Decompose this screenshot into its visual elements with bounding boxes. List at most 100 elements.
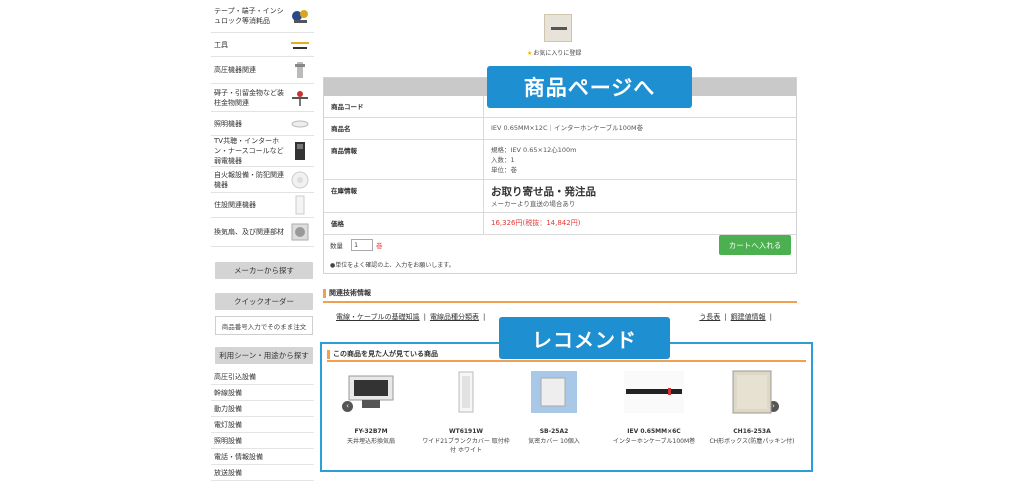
spec-label: 価格 xyxy=(324,213,484,234)
recommend-section: この商品を見た人が見ている商品 ‹ › FY-32B7M 天井埋込形換気扇 WT… xyxy=(320,342,813,472)
fan-thumbnail xyxy=(291,223,309,241)
recommend-code: WT6191W xyxy=(448,428,484,435)
spec-label: 商品情報 xyxy=(324,140,484,179)
sidebar-item-label: 工具 xyxy=(214,40,228,49)
recommend-item[interactable]: FY-32B7M 天井埋込形換気扇 xyxy=(326,370,416,446)
tools-thumbnail xyxy=(291,41,309,49)
recommend-item[interactable]: CH16-253A CH形ボックス(防塵パッキン付) xyxy=(706,370,798,446)
spec-row-name: 商品名 IEV 0.65MM×12C｜インターホンケーブル100M巻 xyxy=(324,118,796,140)
sidebar-item-label: 碍子・引留金物など装柱金物関連 xyxy=(214,88,284,107)
scene-item[interactable]: 高圧引込設備 xyxy=(211,369,314,385)
spec-row-info: 商品情報 規格：IEV 0.65×12心100m 入数：1 単位：巻 xyxy=(324,140,796,180)
fire-alarm-thumbnail xyxy=(291,171,309,188)
recommend-item[interactable]: SB-25A2 気密カバー 10個入 xyxy=(509,370,599,446)
sidebar-item-housing[interactable]: 住設関連機器 xyxy=(211,193,314,218)
next-section-peek xyxy=(323,474,797,483)
recommend-code: FY-32B7M xyxy=(354,428,388,435)
scene-item[interactable]: 照明設備 xyxy=(211,433,314,449)
recommend-code: SB-25A2 xyxy=(539,428,569,435)
recommend-name: 気密カバー 10個入 xyxy=(528,438,580,445)
favorite-label: お気に入りに登録 xyxy=(533,50,582,57)
recommend-item[interactable]: WT6191W ワイド21ブランクカバー 取付枠付 ホワイト xyxy=(421,370,511,455)
spec-info-line: 規格：IEV 0.65×12心100m xyxy=(491,146,577,154)
recommend-name: インターホンケーブル100M巻 xyxy=(612,438,696,445)
tech-link[interactable]: 電線・ケーブルの基礎知識 xyxy=(336,313,420,321)
category-sidebar: テープ・端子・インシュロック等消耗品 工具 高圧機器関連 碍子・引留金物など装柱… xyxy=(211,0,314,483)
favorite-link[interactable]: ★お気に入りに登録 xyxy=(527,48,581,57)
spec-label: 在庫情報 xyxy=(324,180,484,212)
housing-thumbnail xyxy=(295,195,305,215)
sidebar-item-label: 高圧機器関連 xyxy=(214,66,256,74)
spec-row-price: 価格 16,326円(税抜：14,842円) xyxy=(324,213,796,235)
product-thumbnail[interactable] xyxy=(544,14,572,42)
switch-plate-image xyxy=(458,371,474,413)
maker-search-button[interactable]: メーカーから探す xyxy=(215,262,313,279)
spec-value: IEV 0.65MM×12C｜インターホンケーブル100M巻 xyxy=(491,124,644,132)
link-separator: | xyxy=(482,313,486,321)
product-page-callout: 商品ページへ xyxy=(487,66,692,108)
cable-image xyxy=(624,371,684,413)
airtight-cover-image xyxy=(531,371,577,413)
intercom-thumbnail xyxy=(295,142,305,160)
sidebar-item-label: 照明機器 xyxy=(214,119,242,128)
sidebar-item-label: 住設関連機器 xyxy=(214,201,256,209)
quick-order-input[interactable]: 商品番号入力でそのまま注文 xyxy=(215,316,313,335)
sidebar-item-intercom[interactable]: TV共聴・インターホン・ナースコールなど弱電機器 xyxy=(211,136,314,167)
price-value: 16,326円(税抜：14,842円) xyxy=(491,219,581,227)
spec-label: 商品コード xyxy=(324,96,484,117)
recommend-name: 天井埋込形換気扇 xyxy=(346,438,395,445)
ceiling-fan-image xyxy=(348,375,394,408)
quantity-input[interactable]: 1 xyxy=(351,239,373,251)
consumables-thumbnail xyxy=(292,10,308,23)
quantity-label: 数量 xyxy=(330,242,343,250)
insulator-thumbnail xyxy=(292,90,308,106)
sidebar-item-lighting[interactable]: 照明機器 xyxy=(211,112,314,136)
box-image xyxy=(732,370,772,414)
sidebar-item-label: テープ・端子・インシュロック等消耗品 xyxy=(214,7,284,25)
spec-value: 規格：IEV 0.65×12心100m 入数：1 単位：巻 xyxy=(484,140,796,179)
lighting-thumbnail xyxy=(291,120,309,127)
sidebar-item-fan[interactable]: 換気扇、及び関連部材 xyxy=(211,218,314,247)
recommend-name: ワイド21ブランクカバー 取付枠付 ホワイト xyxy=(422,438,510,454)
stock-note: メーカーより直送の場合あり xyxy=(491,200,576,208)
scene-item[interactable]: 動力設備 xyxy=(211,401,314,417)
quantity-note: ●単位をよく確認の上、入力をお願いします。 xyxy=(330,262,455,269)
recommend-name: CH形ボックス(防塵パッキン付) xyxy=(709,438,795,445)
sidebar-item-tools[interactable]: 工具 xyxy=(211,33,314,57)
star-icon: ★ xyxy=(527,50,533,57)
sidebar-item-label: TV共聴・インターホン・ナースコールなど弱電機器 xyxy=(214,137,284,165)
tech-link[interactable]: 鋼建値情報 xyxy=(731,313,766,321)
high-voltage-thumbnail xyxy=(295,62,305,78)
scene-search-button[interactable]: 利用シーン・用途から探す xyxy=(215,347,313,364)
sidebar-item-label: 換気扇、及び関連部材 xyxy=(214,228,284,236)
sidebar-item-insulator[interactable]: 碍子・引留金物など装柱金物関連 xyxy=(211,84,314,112)
link-separator: | xyxy=(724,313,727,321)
scene-item[interactable]: 幹線設備 xyxy=(211,385,314,401)
quantity-unit: 巻 xyxy=(376,242,383,250)
tech-link[interactable]: 電線品種分類表 xyxy=(430,313,479,321)
recommend-item[interactable]: IEV 0.65MM×6C インターホンケーブル100M巻 xyxy=(604,370,704,446)
scene-item[interactable]: 放送設備 xyxy=(211,465,314,481)
spec-label: 商品名 xyxy=(324,118,484,139)
sidebar-item-consumables[interactable]: テープ・端子・インシュロック等消耗品 xyxy=(211,0,314,33)
sidebar-item-fire-alarm[interactable]: 自火報設備・防犯関連機器 xyxy=(211,167,314,193)
spec-info-line: 入数：1 xyxy=(491,156,515,164)
quantity-row: 数量 1 巻 xyxy=(330,239,383,251)
spec-info-line: 単位：巻 xyxy=(491,166,517,174)
add-to-cart-button[interactable]: カートへ入れる xyxy=(719,235,791,255)
recommend-callout: レコメンド xyxy=(499,317,670,359)
sidebar-item-label: 自火報設備・防犯関連機器 xyxy=(214,170,284,189)
recommend-code: CH16-253A xyxy=(733,428,771,435)
scene-item[interactable]: 電灯設備 xyxy=(211,417,314,433)
sidebar-item-high-voltage[interactable]: 高圧機器関連 xyxy=(211,57,314,84)
link-separator: | xyxy=(769,313,773,321)
link-separator: | xyxy=(423,313,426,321)
tech-link[interactable]: う長表 xyxy=(699,313,720,321)
scene-item[interactable]: 電話・情報設備 xyxy=(211,449,314,465)
spec-row-stock: 在庫情報 お取り寄せ品・発注品 メーカーより直送の場合あり xyxy=(324,180,796,213)
recommend-code: IEV 0.65MM×6C xyxy=(627,428,681,435)
stock-status: お取り寄せ品・発注品 xyxy=(491,186,596,198)
tech-info-title: 関連技術情報 xyxy=(323,286,797,303)
quick-order-button[interactable]: クイックオーダー xyxy=(215,293,313,310)
spec-value: お取り寄せ品・発注品 メーカーより直送の場合あり xyxy=(484,180,796,212)
